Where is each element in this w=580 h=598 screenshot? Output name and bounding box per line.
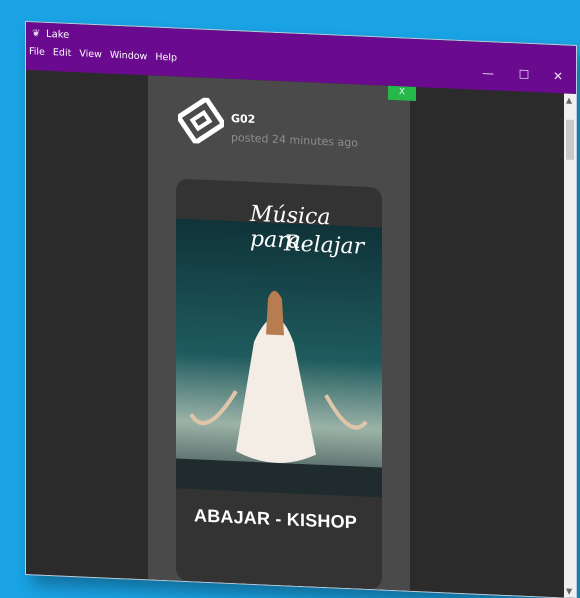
- minimize-button[interactable]: —: [476, 64, 500, 83]
- window-title: Lake: [46, 28, 70, 41]
- menu-edit[interactable]: Edit: [52, 47, 72, 59]
- cover-title-line2: Relajar: [284, 231, 365, 260]
- menu-view[interactable]: View: [78, 48, 103, 60]
- menu-bar: File Edit View Window Help: [28, 46, 178, 64]
- post-author[interactable]: G02: [231, 112, 255, 126]
- menu-window[interactable]: Window: [109, 50, 148, 63]
- vertical-scrollbar[interactable]: ▲ ▼: [564, 93, 576, 598]
- menu-help[interactable]: Help: [154, 52, 178, 64]
- green-action-button[interactable]: X: [388, 85, 416, 102]
- scroll-down-icon[interactable]: ▼: [566, 587, 572, 596]
- menu-file[interactable]: File: [28, 46, 46, 58]
- post-card[interactable]: Música para Relajar ABAJAR - KISHOP: [176, 178, 382, 590]
- leaf-icon: ❦: [32, 28, 41, 40]
- close-button[interactable]: ✕: [546, 67, 570, 86]
- kishop-logo-icon: [178, 96, 224, 145]
- song-title: ABAJAR - KISHOP: [194, 505, 358, 533]
- app-window: ❦ Lake File Edit View Window Help — ☐ ✕ …: [26, 22, 576, 598]
- scroll-up-icon[interactable]: ▲: [566, 96, 572, 105]
- scroll-thumb[interactable]: [566, 119, 574, 160]
- album-cover-image: [176, 218, 382, 498]
- desktop-background: ❦ Lake File Edit View Window Help — ☐ ✕ …: [0, 0, 580, 598]
- content-area: X G02 posted 24 minutes ago Música para …: [26, 70, 576, 598]
- maximize-button[interactable]: ☐: [512, 65, 536, 84]
